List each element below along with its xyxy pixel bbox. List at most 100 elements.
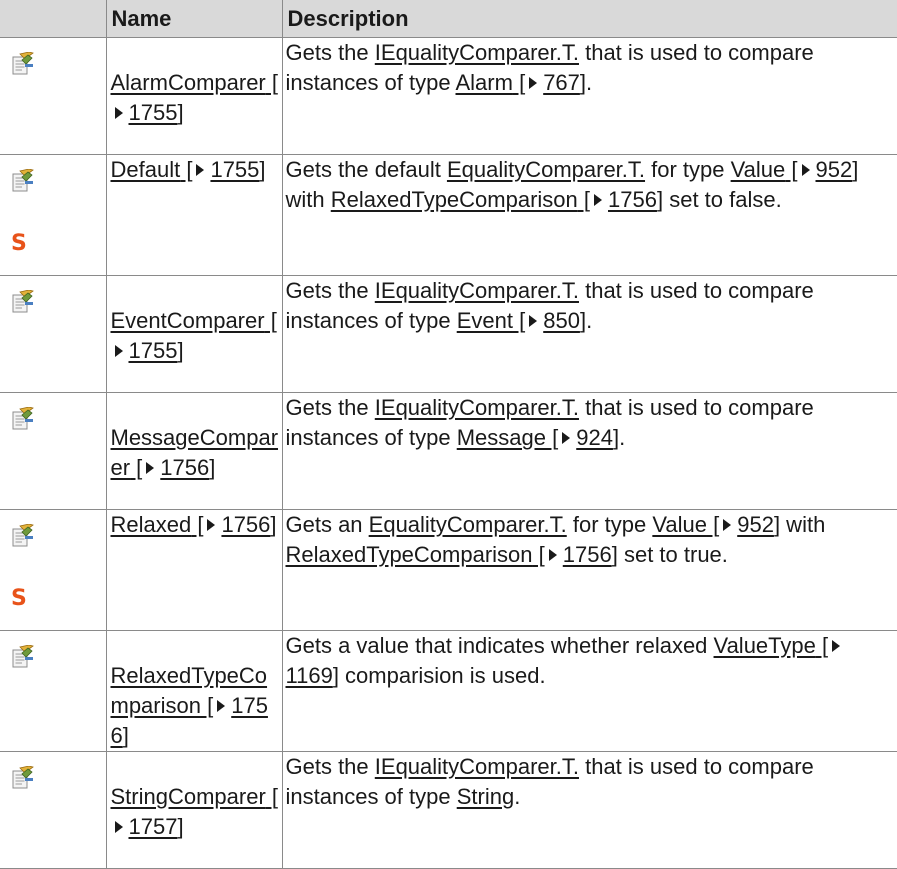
member-name-link[interactable]: AlarmComparer [1755] (111, 70, 279, 125)
reference-arrow-icon (801, 164, 810, 176)
member-name-link[interactable]: StringComparer [1757] (111, 784, 279, 839)
table-row: StringComparer [1757] Gets the IEqualityC… (0, 751, 897, 869)
cross-reference-link[interactable]: Value [952] (652, 512, 780, 537)
description-text: comparision is used. (338, 663, 546, 688)
cross-reference-link[interactable]: EqualityComparer.T. (447, 157, 645, 182)
member-name: EventComparer (110, 308, 265, 333)
page-reference: 952 (737, 512, 774, 537)
property-icon (12, 766, 34, 789)
member-description-cell: Gets the IEqualityComparer.T. that is us… (281, 37, 897, 155)
member-type-cell (0, 275, 107, 393)
reference-arrow-icon (548, 549, 557, 561)
member-type-cell (0, 37, 107, 155)
reference-arrow-icon (114, 345, 123, 357)
member-name-cell: EventComparer [1755] (105, 275, 283, 393)
member-name: StringComparer (110, 784, 266, 809)
description-text: Gets the (285, 278, 375, 303)
description-text: Gets the (285, 754, 375, 779)
header-name-column: Name (105, 0, 283, 38)
page-reference: 924 (576, 425, 613, 450)
reference-arrow-icon (114, 107, 123, 119)
reference-arrow-icon (196, 164, 205, 176)
cross-reference-link[interactable]: Value [952] (731, 157, 859, 182)
link-text: IEqualityComparer.T. (374, 754, 579, 779)
cross-reference-link[interactable]: Alarm [767] (456, 70, 587, 95)
member-name-link[interactable]: EventComparer [1755] (111, 308, 277, 363)
page-reference: 1756 (562, 542, 612, 567)
property-icon (12, 524, 34, 547)
table-row: AlarmComparer [1755] Gets the IEqualityCo… (0, 37, 897, 155)
member-name-link[interactable]: MessageComparer [1756] (111, 425, 279, 480)
member-name: AlarmComparer (110, 70, 266, 95)
member-description-cell: Gets a value that indicates whether rela… (281, 630, 897, 752)
static-member-icon: S (11, 231, 27, 256)
member-type-cell (0, 751, 107, 869)
link-text: RelaxedTypeComparison (330, 187, 578, 212)
cross-reference-link[interactable]: String (457, 784, 514, 809)
property-icon (12, 169, 34, 192)
cross-reference-link[interactable]: Event [850] (457, 308, 586, 333)
property-icon (12, 645, 34, 668)
table-header-row: Name Description (0, 0, 897, 38)
member-name-link[interactable]: RelaxedTypeComparison [1756] (111, 663, 268, 748)
reference-arrow-icon (529, 315, 538, 327)
cross-reference-link[interactable]: IEqualityComparer.T. (375, 754, 579, 779)
member-name-link[interactable]: Relaxed [1756] (111, 512, 277, 537)
header-description-column: Description (281, 0, 897, 38)
link-text: IEqualityComparer.T. (374, 278, 579, 303)
reference-arrow-icon (114, 821, 123, 833)
page-reference: 1755 (128, 338, 178, 363)
reference-arrow-icon (723, 519, 732, 531)
property-icon (12, 52, 34, 75)
member-name-cell: Default [1755] (105, 154, 283, 276)
description-text: with (285, 187, 331, 212)
page-reference: 1756 (221, 512, 271, 537)
reference-arrow-icon (217, 700, 226, 712)
cross-reference-link[interactable]: IEqualityComparer.T. (375, 40, 579, 65)
link-text: Message (456, 425, 546, 450)
link-text: IEqualityComparer.T. (374, 395, 579, 420)
description-text: . (586, 70, 593, 95)
member-description-cell: Gets the IEqualityComparer.T. that is us… (281, 275, 897, 393)
reference-arrow-icon (832, 640, 841, 652)
cross-reference-link[interactable]: Message [924] (457, 425, 619, 450)
description-text: set to true. (617, 542, 728, 567)
cross-reference-link[interactable]: IEqualityComparer.T. (375, 395, 579, 420)
property-icon (12, 290, 34, 313)
cross-reference-link[interactable]: IEqualityComparer.T. (375, 278, 579, 303)
page-reference: 1757 (128, 814, 178, 839)
page-reference: 1756 (160, 455, 210, 480)
link-text: EqualityComparer.T. (368, 512, 567, 537)
reference-arrow-icon (146, 462, 155, 474)
static-member-icon: S (11, 586, 27, 611)
description-text: Gets a value that indicates whether rela… (285, 633, 714, 658)
member-name: Relaxed (110, 512, 192, 537)
table-row: MessageComparer [1756] Gets the IEquality… (0, 392, 897, 510)
link-text: EqualityComparer.T. (446, 157, 646, 182)
member-name-link[interactable]: Default [1755] (111, 157, 266, 182)
description-text: set to false. (663, 187, 782, 212)
link-text: RelaxedTypeComparison (285, 542, 533, 567)
page-reference: 1755 (128, 100, 178, 125)
member-name-cell: Relaxed [1756] (105, 509, 283, 631)
member-name-cell: RelaxedTypeComparison [1756] (105, 630, 283, 752)
link-text: Value (730, 157, 786, 182)
link-text: Alarm (455, 70, 513, 95)
page-reference: 767 (543, 70, 580, 95)
member-name-cell: AlarmComparer [1755] (105, 37, 283, 155)
page-reference: 1169 (285, 663, 333, 688)
link-text: Value (652, 512, 707, 537)
cross-reference-link[interactable]: RelaxedTypeComparison [1756] (331, 187, 663, 212)
cross-reference-link[interactable]: EqualityComparer.T. (369, 512, 567, 537)
description-text: . (619, 425, 626, 450)
member-type-cell: S (0, 509, 107, 631)
description-text: Gets an (285, 512, 369, 537)
table-row: RelaxedTypeComparison [1756] Gets a value… (0, 630, 897, 752)
link-text: String (456, 784, 515, 809)
member-description-cell: Gets an EqualityComparer.T. for type Val… (281, 509, 897, 631)
reference-arrow-icon (562, 432, 571, 444)
member-name-cell: StringComparer [1757] (105, 751, 283, 869)
reference-arrow-icon (207, 519, 216, 531)
link-text: ValueType (713, 633, 816, 658)
cross-reference-link[interactable]: RelaxedTypeComparison [1756] (286, 542, 618, 567)
